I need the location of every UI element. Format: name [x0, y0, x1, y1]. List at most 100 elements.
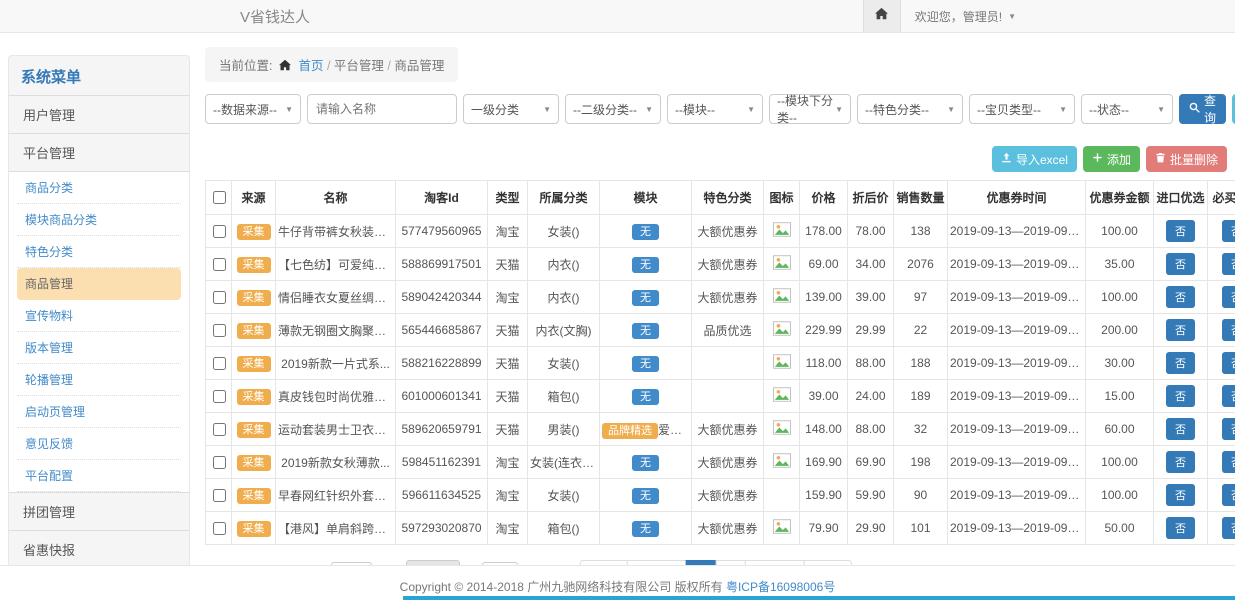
sidebar-subitem[interactable]: 启动页管理 — [17, 396, 181, 428]
batch-delete-button[interactable]: 批量删除 — [1146, 146, 1227, 172]
category-cell: 女装() — [528, 347, 600, 380]
import-select-toggle[interactable]: 否 — [1166, 286, 1195, 308]
sidebar-subitem[interactable]: 商品管理 — [17, 268, 181, 300]
filter-select[interactable]: --模块下分类--▼ — [769, 94, 851, 124]
sidebar-subitem[interactable]: 平台配置 — [17, 460, 181, 492]
source-badge: 采集 — [237, 257, 271, 273]
import-select-toggle[interactable]: 否 — [1166, 319, 1195, 341]
filter-select[interactable]: --特色分类--▼ — [857, 94, 963, 124]
row-checkbox[interactable] — [213, 324, 226, 337]
column-header: 来源 — [232, 181, 276, 215]
column-header: 必买清单 — [1208, 181, 1235, 215]
must-buy-toggle[interactable]: 否 — [1222, 286, 1235, 308]
icp-link[interactable]: 粤ICP备16098006号 — [726, 580, 835, 594]
sales-cell: 90 — [894, 479, 948, 512]
row-checkbox[interactable] — [213, 291, 226, 304]
filter-select-data-source[interactable]: --数据来源--▼ — [205, 94, 301, 124]
icon-cell — [764, 281, 800, 314]
filter-select[interactable]: 一级分类▼ — [463, 94, 559, 124]
product-image-icon — [773, 391, 791, 405]
import-select-toggle[interactable]: 否 — [1166, 451, 1195, 473]
row-select-cell — [206, 248, 232, 281]
import-select-toggle[interactable]: 否 — [1166, 253, 1195, 275]
bottom-accent-bar — [403, 596, 1235, 600]
query-button[interactable]: 查询 — [1179, 94, 1226, 124]
filter-select[interactable]: --宝贝类型--▼ — [969, 94, 1075, 124]
sidebar-subitem[interactable]: 意见反馈 — [17, 428, 181, 460]
feature-cell: 大额优惠券 — [692, 446, 764, 479]
search-icon — [1189, 102, 1200, 116]
import-excel-button[interactable]: 导入excel — [992, 146, 1077, 172]
import-select-toggle[interactable]: 否 — [1166, 484, 1195, 506]
filter-select[interactable]: --模块--▼ — [667, 94, 763, 124]
home-button[interactable] — [863, 0, 901, 32]
must-buy-toggle[interactable]: 否 — [1222, 253, 1235, 275]
sidebar-subitem[interactable]: 特色分类 — [17, 236, 181, 268]
must-buy-toggle[interactable]: 否 — [1222, 385, 1235, 407]
filter-select[interactable]: --二级分类--▼ — [565, 94, 661, 124]
sidebar-group-item[interactable]: 平台管理 — [9, 133, 189, 171]
icon-cell — [764, 347, 800, 380]
sidebar-subitem[interactable]: 商品分类 — [17, 172, 181, 204]
source-cell: 采集 — [232, 347, 276, 380]
breadcrumb-separator: / — [324, 59, 334, 73]
sidebar-group-item[interactable]: 省惠快报 — [9, 530, 189, 568]
must-buy-toggle[interactable]: 否 — [1222, 220, 1235, 242]
user-menu[interactable]: 欢迎您，管理员! ▼ — [901, 8, 1030, 25]
must-buy-toggle[interactable]: 否 — [1222, 517, 1235, 539]
must-buy-toggle[interactable]: 否 — [1222, 451, 1235, 473]
row-checkbox[interactable] — [213, 489, 226, 502]
must-buy-cell: 否 — [1208, 446, 1235, 479]
name-cell: 【七色纺】可爱纯棉家... — [276, 248, 396, 281]
row-checkbox[interactable] — [213, 225, 226, 238]
must-buy-toggle[interactable]: 否 — [1222, 484, 1235, 506]
coupon-time-cell: 2019-09-13—2019-09-18 — [948, 248, 1086, 281]
icon-cell — [764, 314, 800, 347]
discount-price-cell: 39.00 — [848, 281, 894, 314]
toolbar: 导入excel 添加 批量删除 — [205, 146, 1227, 172]
import-select-toggle[interactable]: 否 — [1166, 220, 1195, 242]
import-select-cell: 否 — [1154, 215, 1208, 248]
price-cell: 79.90 — [800, 512, 848, 545]
import-select-toggle[interactable]: 否 — [1166, 517, 1195, 539]
must-buy-toggle[interactable]: 否 — [1222, 319, 1235, 341]
sidebar-subitem[interactable]: 宣传物料 — [17, 300, 181, 332]
import-select-toggle[interactable]: 否 — [1166, 352, 1195, 374]
row-checkbox[interactable] — [213, 258, 226, 271]
name-cell: 2019新款女秋薄款... — [276, 446, 396, 479]
sidebar-group-item[interactable]: 用户管理 — [9, 95, 189, 133]
source-cell: 采集 — [232, 446, 276, 479]
add-button[interactable]: 添加 — [1083, 146, 1140, 172]
must-buy-toggle[interactable]: 否 — [1222, 418, 1235, 440]
row-checkbox[interactable] — [213, 390, 226, 403]
must-buy-toggle[interactable]: 否 — [1222, 352, 1235, 374]
taoke-id-cell: 601000601341 — [396, 380, 488, 413]
sidebar-group-item[interactable]: 拼团管理 — [9, 492, 189, 530]
product-image-icon — [773, 259, 791, 273]
import-select-toggle[interactable]: 否 — [1166, 385, 1195, 407]
coupon-time-cell: 2019-09-13—2019-09-18 — [948, 512, 1086, 545]
module-badge: 无 — [632, 257, 659, 273]
name-search-input[interactable] — [307, 94, 457, 124]
coupon-time-cell: 2019-09-13—2019-09-20 — [948, 380, 1086, 413]
sidebar-subitem[interactable]: 轮播管理 — [17, 364, 181, 396]
price-cell: 159.90 — [800, 479, 848, 512]
filter-select[interactable]: --状态--▼ — [1081, 94, 1173, 124]
category-cell: 内衣() — [528, 281, 600, 314]
row-checkbox[interactable] — [213, 522, 226, 535]
sidebar-subitem[interactable]: 模块商品分类 — [17, 204, 181, 236]
chevron-down-icon: ▼ — [947, 105, 955, 114]
table-row: 采集薄款无钢圈文胸聚拢性...565446685867天猫内衣(文胸)无品质优选… — [206, 314, 1235, 347]
row-checkbox[interactable] — [213, 456, 226, 469]
sidebar-subitem[interactable]: 版本管理 — [17, 332, 181, 364]
icon-cell — [764, 413, 800, 446]
select-all-checkbox[interactable] — [213, 191, 226, 204]
taoke-id-cell: 589620659791 — [396, 413, 488, 446]
table-header: 来源名称淘客Id类型所属分类模块特色分类图标价格折后价销售数量优惠券时间优惠券金… — [206, 181, 1235, 215]
discount-price-cell: 29.90 — [848, 512, 894, 545]
row-checkbox[interactable] — [213, 357, 226, 370]
product-image-icon — [773, 457, 791, 471]
breadcrumb-link[interactable]: 首页 — [298, 59, 323, 73]
import-select-toggle[interactable]: 否 — [1166, 418, 1195, 440]
row-checkbox[interactable] — [213, 423, 226, 436]
